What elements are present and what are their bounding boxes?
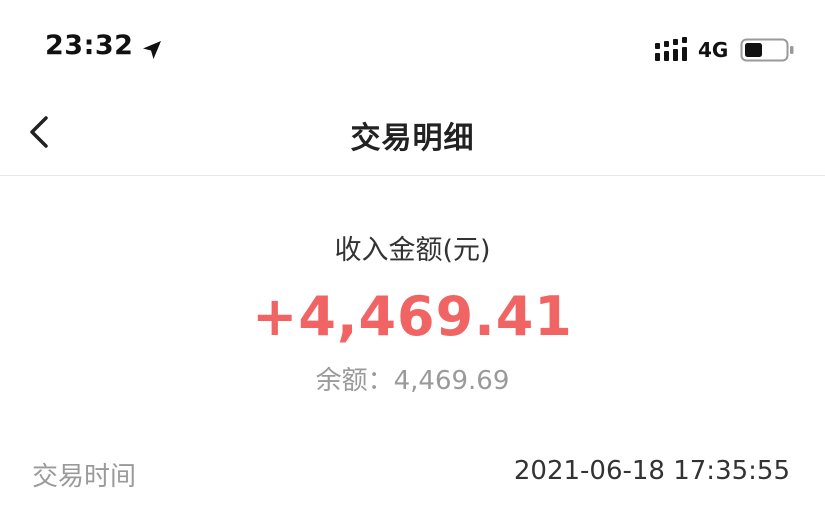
page-title: 交易明细 — [350, 121, 475, 156]
detail-row-transaction-time: 交易时间 2021-06-18 17:35:55 — [0, 450, 825, 498]
balance-line: 余额：4,469.69 — [0, 360, 825, 397]
status-time: 23:32 — [45, 30, 134, 61]
transaction-detail-screen: 23:32 4G 交易明细 收入金额(元) +4,469.41 余额：4,469… — [0, 0, 825, 515]
nav-divider — [0, 175, 825, 176]
balance-label: 余额： — [315, 366, 394, 396]
balance-value: 4,469.69 — [393, 366, 510, 396]
income-amount-label: 收入金额(元) — [334, 235, 491, 266]
transaction-time-label: 交易时间 — [32, 462, 137, 492]
transaction-time-value: 2021-06-18 17:35:55 — [513, 456, 790, 486]
location-arrow-icon — [143, 41, 161, 59]
cellular-signal-icon — [655, 37, 687, 61]
battery-icon — [740, 38, 794, 62]
income-amount-value: +4,469.41 — [252, 285, 573, 348]
network-type-label: 4G — [698, 38, 729, 62]
